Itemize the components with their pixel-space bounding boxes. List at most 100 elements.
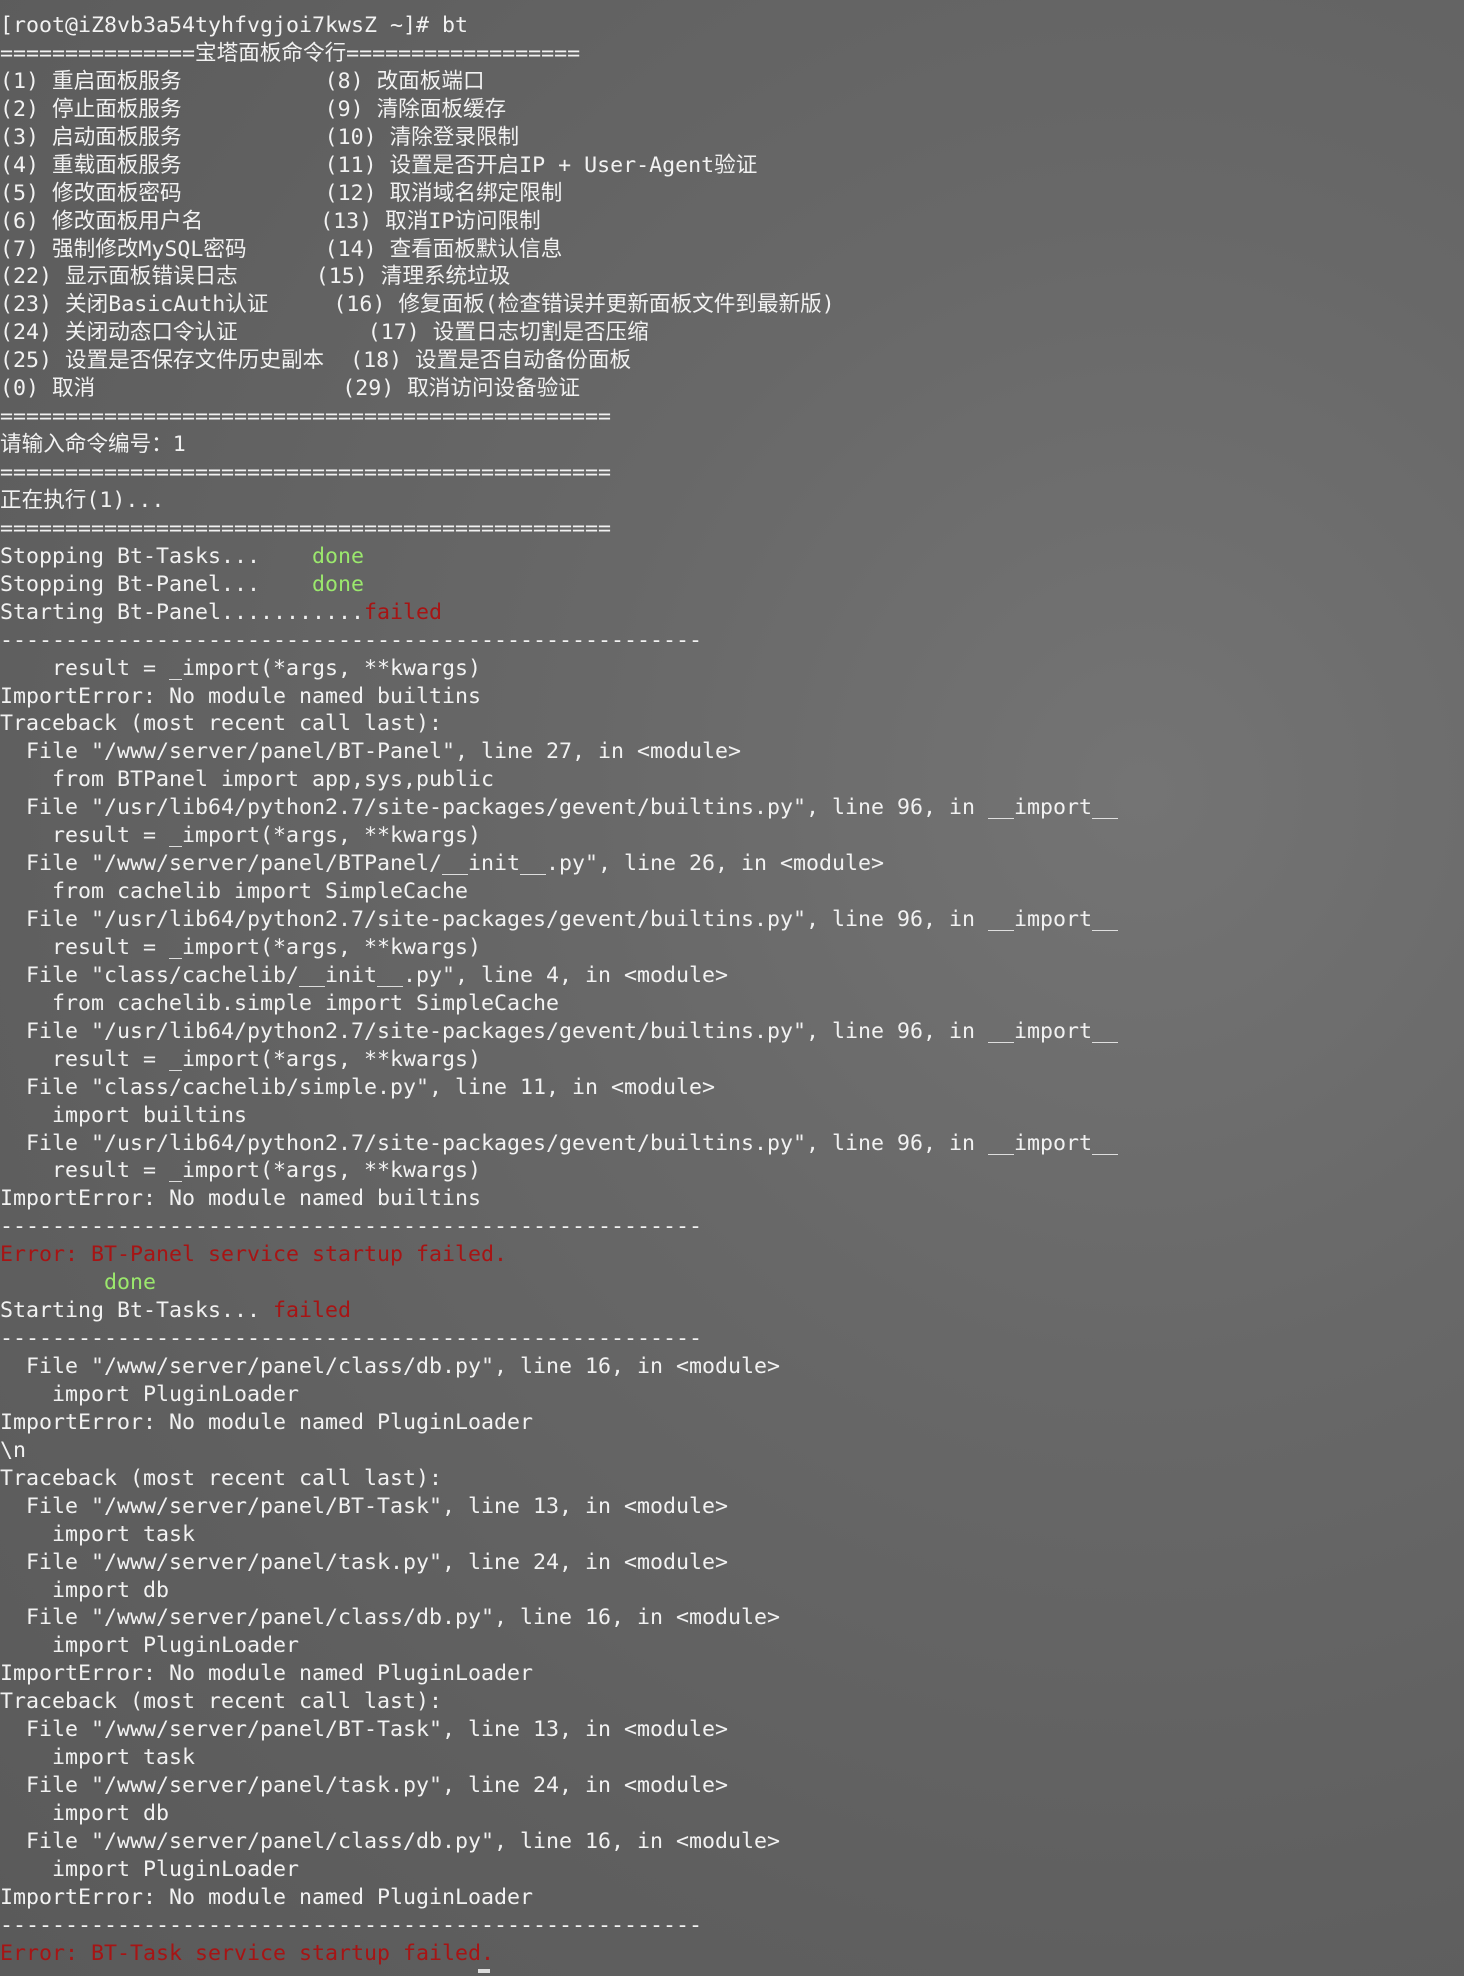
error-message: Error: BT-Task service startup failed. [0, 1940, 495, 1966]
terminal-line: File "/usr/lib64/python2.7/site-packages… [0, 794, 1464, 822]
terminal-line: ----------------------------------------… [0, 1912, 1464, 1940]
terminal-line: ----------------------------------------… [0, 1325, 1464, 1353]
terminal-line: result = _import(*args, **kwargs) [0, 1046, 1464, 1074]
terminal-line: import builtins [0, 1102, 1464, 1130]
terminal-line: File "/www/server/panel/class/db.py", li… [0, 1604, 1464, 1632]
terminal-line: (22) 显示面板错误日志 (15) 清理系统垃圾 [0, 263, 1464, 291]
status-done: done [312, 571, 365, 597]
terminal-text: result = _import(*args, **kwargs) [0, 823, 482, 849]
terminal-line: ========================================… [0, 515, 1464, 543]
terminal-text: File "/www/server/panel/class/db.py", li… [0, 1828, 781, 1854]
terminal-line: (2) 停止面板服务 (9) 清除面板缓存 [0, 96, 1464, 124]
terminal-line: File "/www/server/panel/BT-Panel", line … [0, 738, 1464, 766]
terminal-text: from cachelib import SimpleCache [0, 879, 469, 905]
terminal-line: ImportError: No module named builtins [0, 1185, 1464, 1213]
status-done: done [104, 1270, 157, 1296]
terminal-text: import task [0, 1521, 196, 1547]
terminal-line: Traceback (most recent call last): [0, 1688, 1464, 1716]
status-failed: failed [364, 599, 443, 625]
terminal-line: File "/usr/lib64/python2.7/site-packages… [0, 1130, 1464, 1158]
terminal-text: import task [0, 1745, 196, 1771]
terminal-line: import db [0, 1577, 1464, 1605]
terminal-line: (5) 修改面板密码 (12) 取消域名绑定限制 [0, 180, 1464, 208]
terminal-text: File "/usr/lib64/python2.7/site-packages… [0, 907, 1119, 932]
terminal-line: Error: BT-Task service startup failed. [0, 1940, 1464, 1968]
terminal-text: (22) 显示面板错误日志 (15) 清理系统垃圾 [0, 264, 511, 290]
terminal-text: Traceback (most recent call last): [0, 1689, 443, 1715]
terminal-text: 请输入命令编号：1 [0, 432, 186, 458]
terminal-text: Starting Bt-Tasks... [0, 1298, 274, 1324]
terminal-text: File "/www/server/panel/BT-Task", line 1… [0, 1717, 729, 1743]
terminal-text: from BTPanel import app,sys,public [0, 767, 495, 793]
terminal-line: Starting Bt-Panel...........failed [0, 599, 1464, 627]
terminal-line: File "/www/server/panel/task.py", line 2… [0, 1549, 1464, 1577]
terminal-text: ImportError: No module named PluginLoade… [0, 1661, 534, 1687]
terminal-text: File "/www/server/panel/BT-Task", line 1… [0, 1493, 729, 1519]
terminal-line: import PluginLoader [0, 1632, 1464, 1660]
terminal-text: File "/www/server/panel/task.py", line 2… [0, 1773, 729, 1799]
terminal-line: Stopping Bt-Tasks... done [0, 543, 1464, 571]
terminal-line: import PluginLoader [0, 1856, 1464, 1884]
terminal-text: File "/www/server/panel/BTPanel/__init__… [0, 851, 885, 877]
terminal-text: ===============宝塔面板命令行================== [0, 40, 581, 66]
terminal-cursor [478, 1969, 490, 1973]
terminal-text: (0) 取消 (29) 取消访问设备验证 [0, 376, 580, 402]
terminal-line: result = _import(*args, **kwargs) [0, 655, 1464, 683]
terminal-line: from BTPanel import app,sys,public [0, 766, 1464, 794]
terminal-line: ========================================… [0, 403, 1464, 431]
terminal-text: import PluginLoader [0, 1856, 300, 1882]
terminal-line: 正在执行(1)... [0, 487, 1464, 515]
terminal-line: ImportError: No module named PluginLoade… [0, 1409, 1464, 1437]
terminal-text: result = _import(*args, **kwargs) [0, 1046, 482, 1072]
terminal-line: [root@iZ8vb3a54tyhfvgjoi7kwsZ ~]# bt [0, 12, 1464, 40]
terminal-text: ImportError: No module named builtins [0, 1186, 482, 1212]
terminal-text: File "class/cachelib/__init__.py", line … [0, 962, 729, 988]
terminal-line: Traceback (most recent call last): [0, 710, 1464, 738]
terminal-line: from cachelib import SimpleCache [0, 878, 1464, 906]
terminal-line: result = _import(*args, **kwargs) [0, 934, 1464, 962]
terminal-line: import task [0, 1744, 1464, 1772]
terminal-line: ImportError: No module named builtins [0, 683, 1464, 711]
terminal-line: import PluginLoader [0, 1381, 1464, 1409]
terminal-line: File "/www/server/panel/BT-Task", line 1… [0, 1716, 1464, 1744]
terminal-text: (2) 停止面板服务 (9) 清除面板缓存 [0, 96, 507, 122]
terminal-line: File "class/cachelib/simple.py", line 11… [0, 1074, 1464, 1102]
terminal-text: Traceback (most recent call last): [0, 1465, 443, 1491]
terminal-line: (3) 启动面板服务 (10) 清除登录限制 [0, 124, 1464, 152]
terminal-text: result = _import(*args, **kwargs) [0, 1158, 482, 1184]
terminal-line: (4) 重载面板服务 (11) 设置是否开启IP + User-Agent验证 [0, 152, 1464, 180]
terminal-line: result = _import(*args, **kwargs) [0, 1157, 1464, 1185]
terminal-line: ----------------------------------------… [0, 627, 1464, 655]
terminal-line: 请输入命令编号：1 [0, 431, 1464, 459]
terminal-text: File "/www/server/panel/BT-Panel", line … [0, 739, 742, 765]
terminal-text: Starting Bt-Panel........... [0, 599, 365, 625]
terminal-line: File "/www/server/panel/BTPanel/__init__… [0, 850, 1464, 878]
terminal-line: import db [0, 1800, 1464, 1828]
terminal-line: (23) 关闭BasicAuth认证 (16) 修复面板(检查错误并更新面板文件… [0, 291, 1464, 319]
terminal-line: (0) 取消 (29) 取消访问设备验证 [0, 375, 1464, 403]
terminal-output[interactable]: [root@iZ8vb3a54tyhfvgjoi7kwsZ ~]# bt ====… [0, 12, 1464, 1968]
terminal-text: (1) 重启面板服务 (8) 改面板端口 [0, 68, 485, 94]
terminal-line: Traceback (most recent call last): [0, 1465, 1464, 1493]
terminal-line: import task [0, 1521, 1464, 1549]
terminal-text: (23) 关闭BasicAuth认证 (16) 修复面板(检查错误并更新面板文件… [0, 292, 835, 318]
terminal-text: Traceback (most recent call last): [0, 711, 443, 737]
terminal-text: (24) 关闭动态口令认证 (17) 设置日志切割是否压缩 [0, 320, 649, 346]
terminal-text: (5) 修改面板密码 (12) 取消域名绑定限制 [0, 180, 563, 206]
terminal-line: File "class/cachelib/__init__.py", line … [0, 962, 1464, 990]
terminal-text: ----------------------------------------… [0, 1912, 703, 1938]
terminal-line: ImportError: No module named PluginLoade… [0, 1660, 1464, 1688]
terminal-text: (6) 修改面板用户名 (13) 取消IP访问限制 [0, 208, 541, 234]
terminal-text: ----------------------------------------… [0, 1326, 703, 1352]
terminal-text: result = _import(*args, **kwargs) [0, 934, 482, 960]
terminal-text: (7) 强制修改MySQL密码 (14) 查看面板默认信息 [0, 236, 563, 262]
terminal-line: (7) 强制修改MySQL密码 (14) 查看面板默认信息 [0, 236, 1464, 264]
terminal-line: ========================================… [0, 459, 1464, 487]
terminal-text: result = _import(*args, **kwargs) [0, 655, 482, 681]
terminal-text: Stopping Bt-Tasks... [0, 543, 313, 569]
terminal-line: File "/www/server/panel/class/db.py", li… [0, 1353, 1464, 1381]
terminal-text: ImportError: No module named PluginLoade… [0, 1409, 534, 1435]
terminal-text: (3) 启动面板服务 (10) 清除登录限制 [0, 124, 520, 150]
terminal-text: import builtins [0, 1102, 248, 1128]
